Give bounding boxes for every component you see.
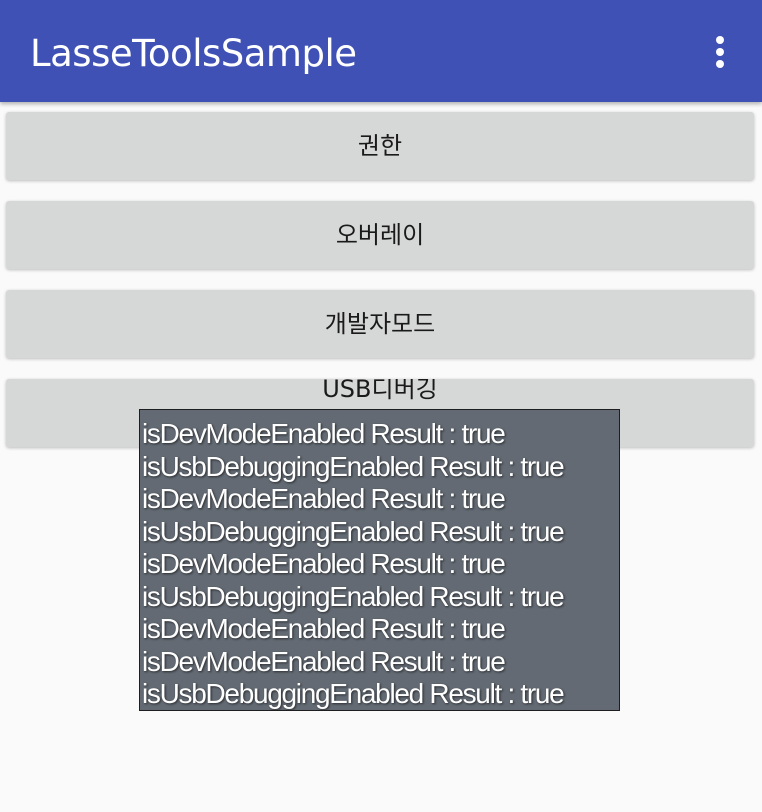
toast-line: isDevModeEnabled Result : true bbox=[142, 548, 506, 579]
developer-mode-button-label: 개발자모드 bbox=[324, 310, 436, 338]
overflow-menu-icon[interactable] bbox=[700, 30, 740, 74]
app-bar: LasseToolsSample bbox=[0, 0, 762, 102]
toast-line: isUsbDebuggingEnabled Result : true bbox=[142, 450, 565, 482]
toast-line: isDevModeEnabled Result : true bbox=[142, 645, 506, 677]
toast-line: isDevModeEnabled Result : true bbox=[142, 418, 506, 449]
permission-button[interactable]: 권한 bbox=[6, 112, 754, 180]
result-toast: isDevModeEnabled Result : true isUsbDebu… bbox=[139, 409, 620, 711]
toast-line: isUsbDebuggingEnabled Result : true bbox=[142, 678, 565, 709]
overflow-dot bbox=[716, 60, 724, 68]
app-title: LasseToolsSample bbox=[30, 32, 357, 75]
toast-line: isDevModeEnabled Result : true bbox=[142, 483, 506, 514]
overlay-button-label: 오버레이 bbox=[335, 221, 425, 249]
developer-mode-button[interactable]: 개발자모드 bbox=[6, 290, 754, 358]
overflow-dot bbox=[716, 36, 724, 44]
toast-line: isUsbDebuggingEnabled Result : true bbox=[142, 515, 565, 547]
overflow-dot bbox=[716, 48, 724, 56]
toast-line: isUsbDebuggingEnabled Result : true bbox=[142, 580, 565, 612]
permission-button-label: 권한 bbox=[357, 132, 403, 160]
overlay-button[interactable]: 오버레이 bbox=[6, 201, 754, 269]
toast-line: isDevModeEnabled Result : true bbox=[142, 613, 506, 644]
